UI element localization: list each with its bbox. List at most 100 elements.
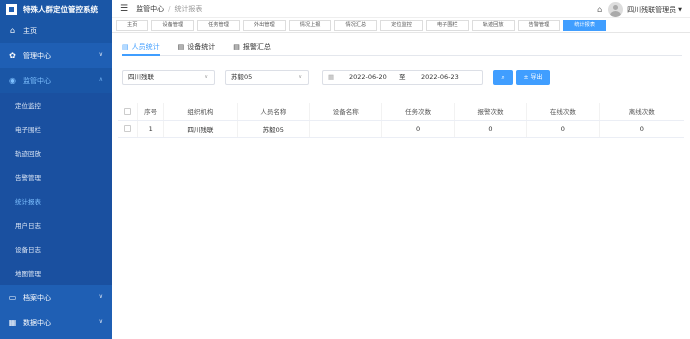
sidebar-submenu: 定位监控 电子围栏 轨迹回放 告警管理 统计报表 用户日志 设备日志 地图管理: [0, 93, 112, 285]
statistics-tabs: ▤ 人员统计 ▤ 设备统计 ▤ 报警汇总: [122, 39, 682, 56]
person-select-value: 苏毅05: [231, 73, 253, 81]
sidebar-item-label: 档案中心: [23, 293, 51, 302]
app-header: 特殊人群定位管控系统: [0, 0, 112, 18]
sidebar-subitem-user-log[interactable]: 用户日志: [0, 213, 112, 237]
sidebar-item-archives[interactable]: ▭ 档案中心 ∨: [0, 285, 112, 310]
tag-location-monitor[interactable]: 定位监控: [380, 20, 423, 31]
export-button[interactable]: ± 导出: [516, 70, 550, 85]
sidebar-item-label: 数据中心: [23, 318, 51, 327]
sidebar-subitem-track-playback[interactable]: 轨迹回放: [0, 141, 112, 165]
org-select[interactable]: 四川残联 ∨: [122, 70, 215, 85]
tag-track-playback[interactable]: 轨迹回放: [471, 20, 515, 31]
sidebar-subitem-statistics[interactable]: 统计报表: [0, 189, 112, 213]
breadcrumb-item[interactable]: 监管中心: [136, 5, 164, 13]
document-icon: ▤: [122, 43, 129, 51]
column-header: 离线次数: [598, 103, 684, 121]
table-header-row: 序号 组织机构 人员名称 设备名称 任务次数 报警次数 在线次数 离线次数: [118, 103, 684, 121]
sidebar-subitem-map-management[interactable]: 地图管理: [0, 261, 112, 285]
table-cell: 0: [381, 120, 455, 138]
table-row: 1 四川残联 苏毅05 0 0 0 0: [118, 120, 684, 138]
sidebar-item-supervision[interactable]: ◉ 监管中心 ∧: [0, 68, 112, 93]
gear-icon: ✿: [9, 51, 16, 60]
export-icon: ±: [523, 74, 529, 81]
breadcrumb-separator: /: [168, 4, 171, 13]
grid-icon: ▦: [8, 318, 17, 327]
sidebar-item-label: 主页: [23, 26, 37, 35]
org-select-value: 四川残联: [128, 73, 154, 81]
column-header: 设备名称: [309, 103, 382, 121]
logo-icon: [6, 3, 17, 15]
home-icon: ⌂: [9, 26, 16, 35]
tab-alarm-summary[interactable]: ▤ 报警汇总: [233, 39, 280, 55]
select-all-checkbox[interactable]: [118, 103, 138, 121]
sidebar: 特殊人群定位管控系统 ⌂ 主页 ✿ 管理中心 ∨ ◉ 监管中心 ∧ 定位监控 电…: [0, 0, 112, 339]
table-cell: 0: [453, 120, 527, 138]
tab-label: 报警汇总: [242, 43, 271, 51]
chevron-down-icon: ∨: [98, 293, 103, 300]
date-range-picker[interactable]: ▦ 2022-06-20 至 2022-06-23: [322, 70, 483, 85]
tag-outing-management[interactable]: 外出管理: [242, 20, 286, 31]
column-header: 序号: [137, 103, 164, 121]
tab-label: 人员统计: [131, 43, 160, 51]
search-button[interactable]: ⌕: [493, 70, 513, 85]
breadcrumb: 监管中心 / 统计报表: [136, 4, 202, 14]
location-pin-icon: ◉: [9, 76, 16, 85]
end-date[interactable]: 2022-06-23: [421, 71, 459, 84]
folder-icon: ▭: [8, 293, 17, 302]
tag-task-management[interactable]: 任务管理: [197, 20, 240, 31]
table-cell: 四川残联: [163, 120, 238, 138]
breadcrumb-current: 统计报表: [174, 4, 203, 13]
tab-device-statistics[interactable]: ▤ 设备统计: [178, 39, 225, 55]
export-label: 导出: [530, 74, 543, 81]
chevron-down-icon: ∨: [204, 74, 208, 80]
tag-summary[interactable]: 情况汇总: [334, 20, 378, 31]
sidebar-subitem-geofence[interactable]: 电子围栏: [0, 117, 112, 141]
tag-geofence[interactable]: 电子围栏: [425, 20, 469, 31]
table-cell: 0: [526, 120, 600, 138]
start-date[interactable]: 2022-06-20: [349, 71, 387, 84]
sidebar-item-data[interactable]: ▦ 数据中心 ∨: [0, 310, 112, 335]
sidebar-subitem-location-monitor[interactable]: 定位监控: [0, 93, 112, 117]
bell-icon[interactable]: ⌂: [597, 5, 602, 14]
sidebar-subitem-device-log[interactable]: 设备日志: [0, 237, 112, 261]
chevron-down-icon: ∨: [98, 51, 103, 58]
tag-home[interactable]: 主页: [116, 20, 149, 31]
document-icon: ▤: [177, 43, 185, 51]
tag-device-management[interactable]: 设备管理: [151, 20, 195, 31]
app-title: 特殊人群定位管控系统: [23, 4, 98, 14]
table-cell: 0: [598, 120, 684, 138]
sidebar-item-home[interactable]: ⌂ 主页: [0, 18, 112, 43]
user-area: ⌂ 四川残联管理员 ▼: [597, 2, 682, 17]
chevron-down-icon: ∨: [298, 74, 302, 80]
sidebar-item-management[interactable]: ✿ 管理中心 ∨: [0, 43, 112, 68]
avatar[interactable]: [608, 2, 624, 17]
date-range-separator: 至: [399, 73, 406, 81]
document-icon: ▤: [233, 43, 240, 51]
sidebar-subitem-alarm-management[interactable]: 告警管理: [0, 165, 112, 189]
table-cell: 苏毅05: [236, 120, 310, 138]
table-cell: 1: [137, 120, 164, 138]
column-header: 组织机构: [163, 103, 238, 121]
calendar-icon: ▦: [328, 73, 335, 81]
tab-person-statistics[interactable]: ▤ 人员统计: [122, 39, 169, 56]
chevron-down-icon: ∨: [98, 318, 103, 325]
tag-report[interactable]: 情况上报: [288, 20, 332, 31]
row-checkbox[interactable]: [118, 120, 138, 138]
top-header: ☰ 监管中心 / 统计报表 ⌂ 四川残联管理员 ▼: [112, 0, 690, 18]
user-name[interactable]: 四川残联管理员: [627, 5, 676, 15]
chevron-up-icon: ∧: [98, 76, 103, 83]
caret-down-icon[interactable]: ▼: [678, 7, 682, 13]
column-header: 任务次数: [381, 103, 455, 121]
tag-statistics[interactable]: 统计报表: [563, 20, 607, 31]
tag-alarm-management[interactable]: 告警管理: [517, 20, 561, 31]
sidebar-item-label: 管理中心: [23, 51, 51, 60]
table-cell: [309, 120, 382, 138]
statistics-table: 序号 组织机构 人员名称 设备名称 任务次数 报警次数 在线次数 离线次数 1 …: [118, 103, 684, 138]
tag-bar: 主页 设备管理 任务管理 外出管理 情况上报 情况汇总 定位监控 电子围栏 轨迹…: [112, 19, 690, 33]
column-header: 报警次数: [453, 103, 527, 121]
column-header: 人员名称: [236, 103, 310, 121]
tab-label: 设备统计: [187, 43, 216, 51]
person-select[interactable]: 苏毅05 ∨: [225, 70, 309, 85]
menu-toggle-icon[interactable]: ☰: [120, 4, 128, 14]
sidebar-item-label: 监管中心: [23, 76, 51, 85]
